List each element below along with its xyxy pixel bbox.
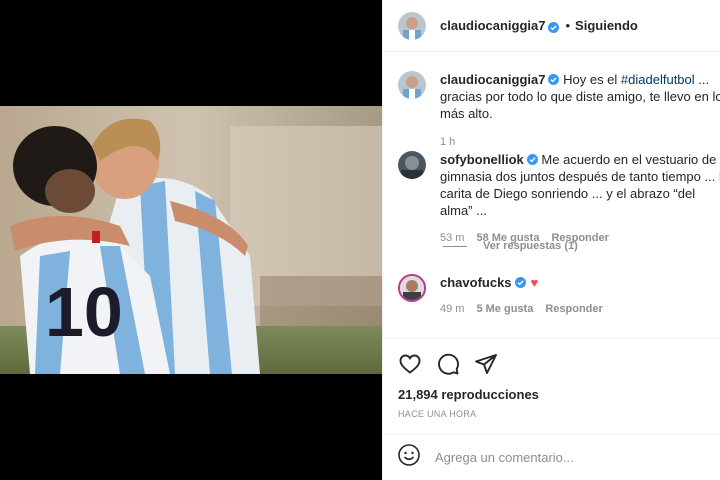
post-media[interactable]: 10	[0, 0, 382, 480]
post-photo[interactable]: 10	[0, 106, 382, 374]
emoji-icon[interactable]	[397, 443, 421, 472]
post-details-panel: claudiocaniggia7 • Siguiendo claudiocani…	[382, 0, 720, 480]
post-timestamp[interactable]: HACE UNA HORA	[398, 409, 476, 419]
comment-username[interactable]: chavofucks	[440, 275, 512, 290]
verified-badge-icon	[548, 20, 560, 33]
verified-badge-icon	[526, 152, 538, 165]
caption-text-start: Hoy es el	[563, 72, 621, 87]
avatar[interactable]	[398, 71, 426, 99]
comment-item: chavofucks ♥ 49 m 5 Me gusta Responder	[398, 274, 720, 315]
following-button[interactable]: Siguiendo	[575, 18, 638, 33]
comment-icon[interactable]	[436, 352, 460, 376]
view-replies-label: Ver respuestas (1)	[483, 240, 578, 252]
comment-item: sofybonelliok Me acuerdo en el vestuario…	[398, 151, 720, 244]
comment-username[interactable]: sofybonelliok	[440, 152, 524, 167]
reply-button[interactable]: Responder	[545, 303, 602, 315]
avatar[interactable]	[398, 151, 426, 179]
heart-icon[interactable]	[398, 352, 422, 376]
share-icon[interactable]	[474, 352, 498, 376]
verified-badge-icon	[548, 72, 560, 85]
heart-emoji: ♥	[530, 275, 539, 290]
add-comment-bar	[383, 434, 720, 480]
comment-time[interactable]: 49 m	[440, 303, 464, 315]
caption-text: claudiocaniggia7 Hoy es el #diadelfutbol…	[440, 71, 720, 122]
verified-badge-icon	[514, 275, 526, 288]
view-count[interactable]: 21,894 reproducciones	[398, 387, 539, 402]
view-replies-button[interactable]: Ver respuestas (1)	[443, 240, 578, 252]
comment-likes[interactable]: 5 Me gusta	[476, 303, 533, 315]
header-username[interactable]: claudiocaniggia7	[440, 18, 545, 33]
caption-time[interactable]: 1 h	[440, 136, 455, 148]
separator-dot: •	[565, 18, 571, 33]
comment-input[interactable]	[435, 450, 695, 465]
avatar[interactable]	[398, 11, 426, 40]
avatar[interactable]	[398, 274, 426, 302]
caption: claudiocaniggia7 Hoy es el #diadelfutbol…	[398, 71, 720, 148]
post-header: claudiocaniggia7 • Siguiendo	[383, 0, 720, 52]
caption-username[interactable]: claudiocaniggia7	[440, 72, 545, 87]
replies-divider	[443, 245, 467, 247]
svg-text:10: 10	[45, 273, 123, 351]
hashtag-link[interactable]: #diadelfutbol	[621, 72, 695, 87]
